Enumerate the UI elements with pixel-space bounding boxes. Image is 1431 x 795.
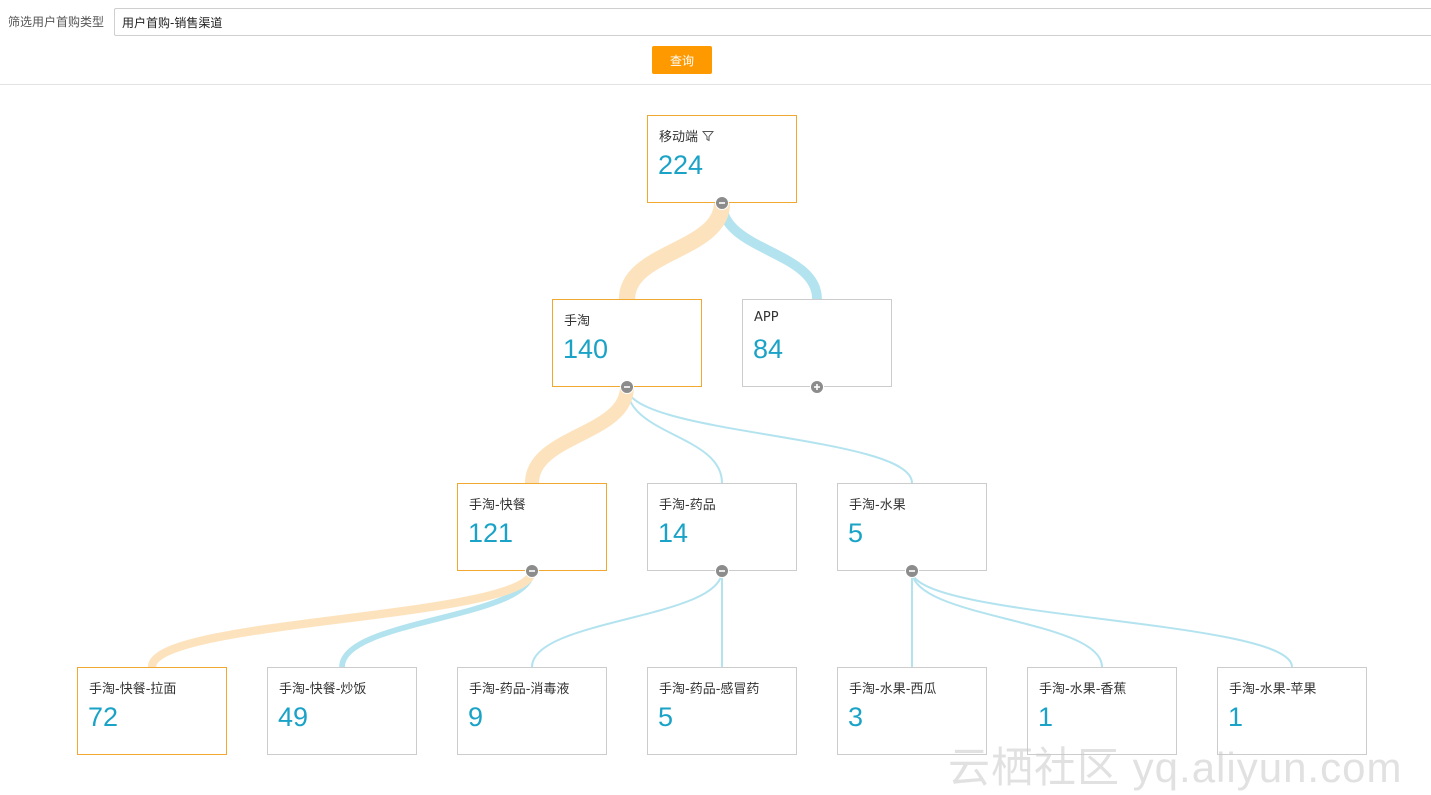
node-value: 49 xyxy=(278,702,309,732)
node-value: 5 xyxy=(848,518,864,548)
node-title: 手淘 xyxy=(564,314,591,329)
query-button[interactable]: 查询 xyxy=(652,46,712,74)
node-title: 移动端 xyxy=(659,130,699,145)
node-title: 手淘-快餐 xyxy=(469,498,526,513)
node-value: 14 xyxy=(658,518,689,548)
node-value: 121 xyxy=(468,518,514,548)
node-title: 手淘-水果-香蕉 xyxy=(1039,682,1127,697)
node-value: 5 xyxy=(658,702,674,732)
tree-node-fastfood-ramen[interactable]: 手淘-快餐-拉面 72 xyxy=(77,667,227,755)
node-value: 84 xyxy=(753,334,784,364)
collapse-icon[interactable] xyxy=(715,196,729,210)
tree-link xyxy=(531,570,723,668)
tree-link xyxy=(911,570,1293,668)
tree-node-shoutao-fruit[interactable]: 手淘-水果 5 xyxy=(837,483,987,571)
node-title: 手淘-药品-消毒液 xyxy=(469,682,570,697)
expand-icon[interactable] xyxy=(810,380,824,394)
tree-node-fastfood-friedrice[interactable]: 手淘-快餐-炒饭 49 xyxy=(267,667,417,755)
tree-node-app[interactable]: APP 84 xyxy=(742,299,892,387)
node-title: 手淘-药品-感冒药 xyxy=(659,682,760,697)
node-title: 手淘-水果-西瓜 xyxy=(849,682,937,697)
tree-node-shoutao-fastfood[interactable]: 手淘-快餐 121 xyxy=(457,483,607,571)
node-title: 手淘-快餐-炒饭 xyxy=(279,682,367,697)
filter-label: 筛选用户首购类型 xyxy=(8,15,105,29)
node-value: 224 xyxy=(658,150,704,180)
collapse-icon[interactable] xyxy=(525,564,539,578)
tree-link xyxy=(618,201,731,301)
node-value: 3 xyxy=(848,702,864,732)
tree-link xyxy=(147,569,537,669)
node-value: 9 xyxy=(468,702,484,732)
tree-node-shoutao-medicine[interactable]: 手淘-药品 14 xyxy=(647,483,797,571)
tree-link xyxy=(626,386,913,484)
tree-node-mobile[interactable]: 移动端 224 xyxy=(647,115,797,203)
tree-link xyxy=(524,386,635,484)
node-value: 140 xyxy=(563,334,609,364)
tree-link xyxy=(339,570,535,668)
tree-link xyxy=(626,386,723,484)
node-title: 手淘-快餐-拉面 xyxy=(89,682,177,697)
filter-bar: 筛选用户首购类型 查询 xyxy=(0,0,1431,85)
node-title: 手淘-水果-苹果 xyxy=(1229,682,1317,697)
node-title: APP xyxy=(754,310,779,325)
collapse-icon[interactable] xyxy=(620,380,634,394)
node-value: 1 xyxy=(1038,702,1054,732)
node-value: 72 xyxy=(88,702,119,732)
collapse-icon[interactable] xyxy=(715,564,729,578)
tree-link xyxy=(717,202,822,300)
node-value: 1 xyxy=(1228,702,1244,732)
funnel-icon[interactable] xyxy=(701,130,715,146)
tree-node-shoutao[interactable]: 手淘 140 xyxy=(552,299,702,387)
tree-node-medicine-disinfectant[interactable]: 手淘-药品-消毒液 9 xyxy=(457,667,607,755)
collapse-icon[interactable] xyxy=(905,564,919,578)
filter-input[interactable] xyxy=(114,8,1431,36)
node-title: 手淘-药品 xyxy=(659,498,716,513)
tree-node-medicine-coldmedicine[interactable]: 手淘-药品-感冒药 5 xyxy=(647,667,797,755)
watermark: 云栖社区 yq.aliyun.com xyxy=(948,744,1403,791)
node-title: 手淘-水果 xyxy=(849,498,906,513)
tree-link xyxy=(911,570,1103,668)
